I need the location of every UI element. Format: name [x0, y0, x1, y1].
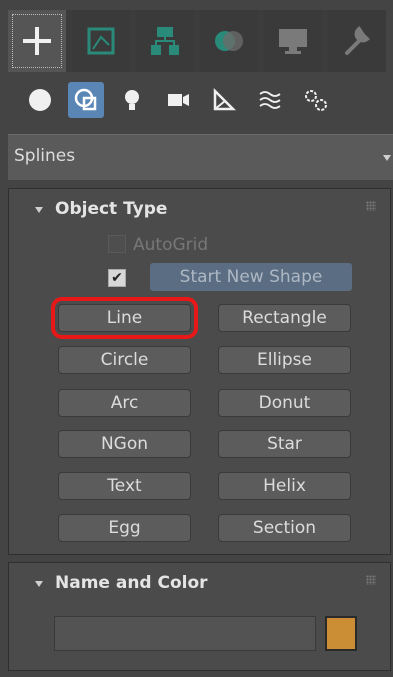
geometry-icon — [29, 89, 51, 111]
category-geometry[interactable] — [20, 74, 60, 126]
hierarchy-icon — [151, 27, 179, 55]
dropdown-value: Splines — [14, 146, 76, 166]
arc-button[interactable]: Arc — [58, 389, 191, 417]
tab-hierarchy[interactable] — [136, 10, 194, 72]
category-cameras[interactable] — [158, 74, 198, 126]
motion-icon — [215, 31, 243, 51]
systems-icon — [305, 90, 327, 111]
donut-button[interactable]: Donut — [218, 389, 351, 417]
display-icon — [279, 29, 307, 54]
rectangle-button[interactable]: Rectangle — [218, 304, 351, 332]
category-helpers[interactable] — [204, 74, 244, 126]
category-shapes[interactable] — [66, 74, 106, 126]
category-systems[interactable] — [296, 74, 336, 126]
chevron-down-icon — [383, 155, 391, 161]
cameras-icon — [168, 94, 189, 106]
egg-button[interactable]: Egg — [58, 514, 191, 542]
category-row — [8, 74, 386, 126]
text-button[interactable]: Text — [58, 472, 191, 500]
object-type-header[interactable]: Object Type — [9, 189, 390, 225]
name-and-color-title: Name and Color — [55, 573, 208, 593]
collapse-triangle-icon — [35, 581, 43, 587]
star-button[interactable]: Star — [218, 430, 351, 458]
checkmark-icon: ✔ — [111, 270, 123, 286]
circle-button[interactable]: Circle — [58, 346, 191, 374]
object-name-input[interactable] — [54, 616, 316, 651]
tab-utilities[interactable] — [328, 10, 386, 72]
start-new-shape-button[interactable]: Start New Shape — [150, 263, 352, 291]
drag-grip-icon[interactable] — [366, 201, 376, 211]
line-button[interactable]: Line — [51, 297, 198, 339]
helix-button[interactable]: Helix — [218, 472, 351, 500]
ngon-button[interactable]: NGon — [58, 430, 191, 458]
ellipse-button[interactable]: Ellipse — [218, 346, 351, 374]
lights-icon — [125, 90, 139, 110]
drag-grip-icon[interactable] — [366, 575, 376, 585]
shapes-icon — [74, 88, 97, 111]
category-dropdown[interactable]: Splines — [8, 134, 393, 180]
tab-create[interactable] — [8, 10, 66, 72]
name-and-color-header[interactable]: Name and Color — [9, 563, 390, 599]
object-color-swatch[interactable] — [325, 616, 357, 651]
object-type-title: Object Type — [55, 199, 168, 219]
tab-motion[interactable] — [200, 10, 258, 72]
modify-icon — [87, 27, 115, 55]
tab-display[interactable] — [264, 10, 322, 72]
autogrid-label: AutoGrid — [133, 235, 209, 255]
tab-modify[interactable] — [72, 10, 130, 72]
helpers-icon — [213, 87, 237, 111]
start-new-shape-checkbox[interactable]: ✔ — [108, 269, 126, 287]
category-lights[interactable] — [112, 74, 152, 126]
space-warps-icon — [259, 91, 281, 109]
autogrid-checkbox[interactable] — [108, 235, 126, 253]
collapse-triangle-icon — [35, 207, 43, 213]
command-panel-tabs — [8, 10, 386, 72]
create-icon — [23, 27, 51, 55]
utilities-icon — [345, 26, 370, 55]
section-button[interactable]: Section — [218, 514, 351, 542]
category-space-warps[interactable] — [250, 74, 290, 126]
